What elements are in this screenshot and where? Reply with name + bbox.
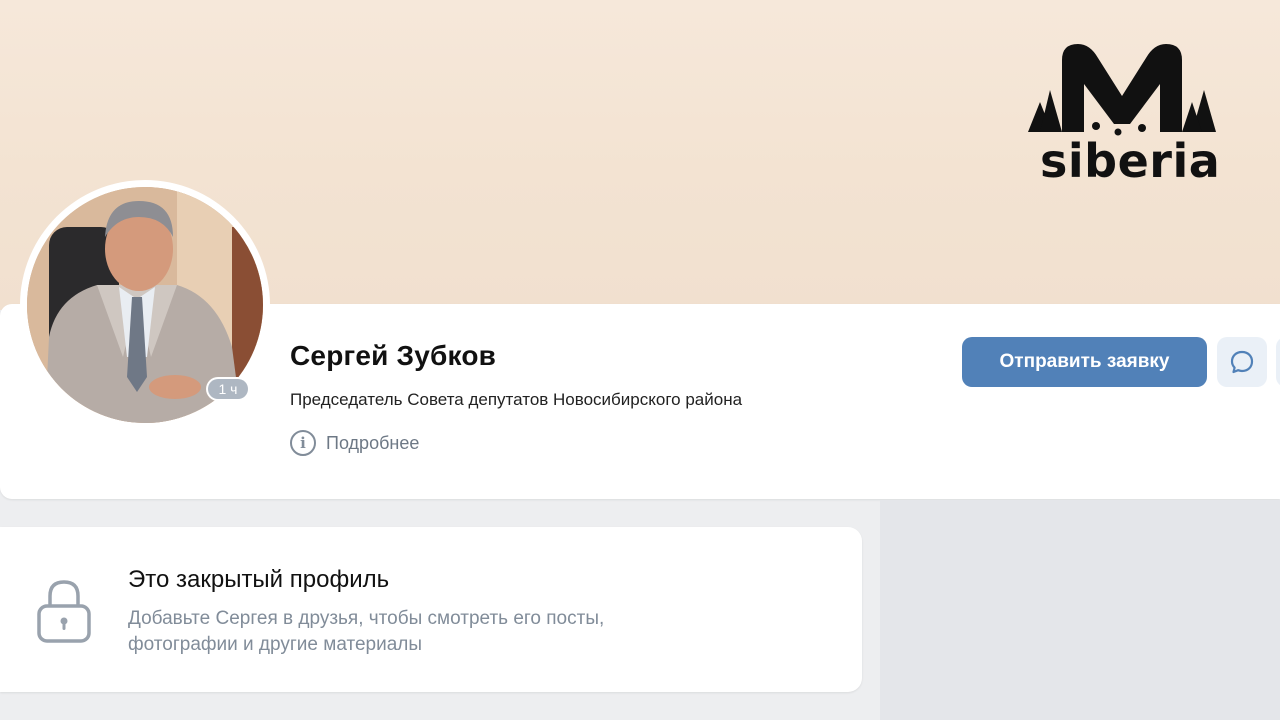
closed-profile-description: Добавьте Сергея в друзья, чтобы смотреть… xyxy=(128,606,728,658)
profile-status-line: Председатель Совета депутатов Новосибирс… xyxy=(290,390,743,409)
closed-profile-line-1: Добавьте Сергея в друзья, чтобы смотреть… xyxy=(128,608,605,629)
last-seen-badge: 1 ч xyxy=(206,377,250,401)
info-icon: i xyxy=(290,430,316,456)
watermark-text: siberia xyxy=(1040,134,1221,188)
sidebar-area xyxy=(880,500,1280,720)
closed-profile-line-2: фотографии и другие материалы xyxy=(128,634,423,655)
message-bubble-icon xyxy=(1230,350,1254,374)
lock-icon xyxy=(37,580,91,643)
message-button[interactable] xyxy=(1217,337,1267,387)
closed-profile-title: Это закрытый профиль xyxy=(128,566,390,593)
profile-name: Сергей Зубков xyxy=(290,340,497,371)
send-friend-request-button[interactable]: Отправить заявку xyxy=(962,337,1207,387)
more-actions-button[interactable] xyxy=(1276,337,1280,387)
more-info-label: Подробнее xyxy=(326,432,420,453)
last-seen-text: 1 ч xyxy=(208,379,248,399)
more-info-link[interactable]: i Подробнее xyxy=(290,430,419,456)
